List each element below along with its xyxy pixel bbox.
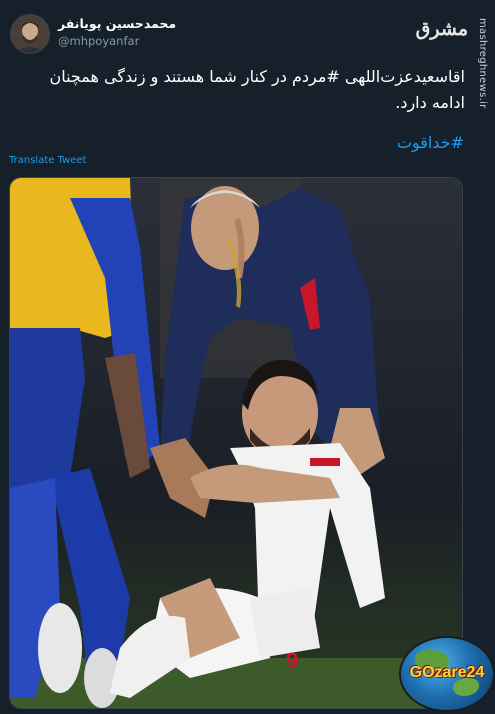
jersey-number: 9 [286, 648, 298, 673]
user-handle[interactable]: @mhpoyanfar [58, 34, 139, 48]
source-logo: مشرق [415, 18, 468, 40]
hashtag-link[interactable]: #خداقوت [397, 133, 464, 152]
badge-label: GOzare24 [409, 664, 485, 681]
hashtag-line: #خداقوت [330, 130, 464, 156]
tweet-header: محمدحسین پویانفر @mhpoyanfar مشرق mashre… [0, 0, 495, 109]
translate-tweet-link[interactable]: Translate Tweet [9, 155, 86, 166]
photo-image: 9 [10, 178, 462, 708]
watermark-text: mashreghnews.ir [477, 18, 488, 109]
display-name[interactable]: محمدحسین پویانفر [58, 16, 176, 31]
tweet-photo[interactable]: 9 [9, 177, 463, 709]
tweet-text: اقاسعیدعزت‌اللهی #مردم در کنار شما هستند… [49, 67, 465, 112]
avatar-image [11, 15, 49, 53]
avatar[interactable] [10, 14, 50, 54]
gozare24-badge: GOzare24 [401, 638, 493, 710]
